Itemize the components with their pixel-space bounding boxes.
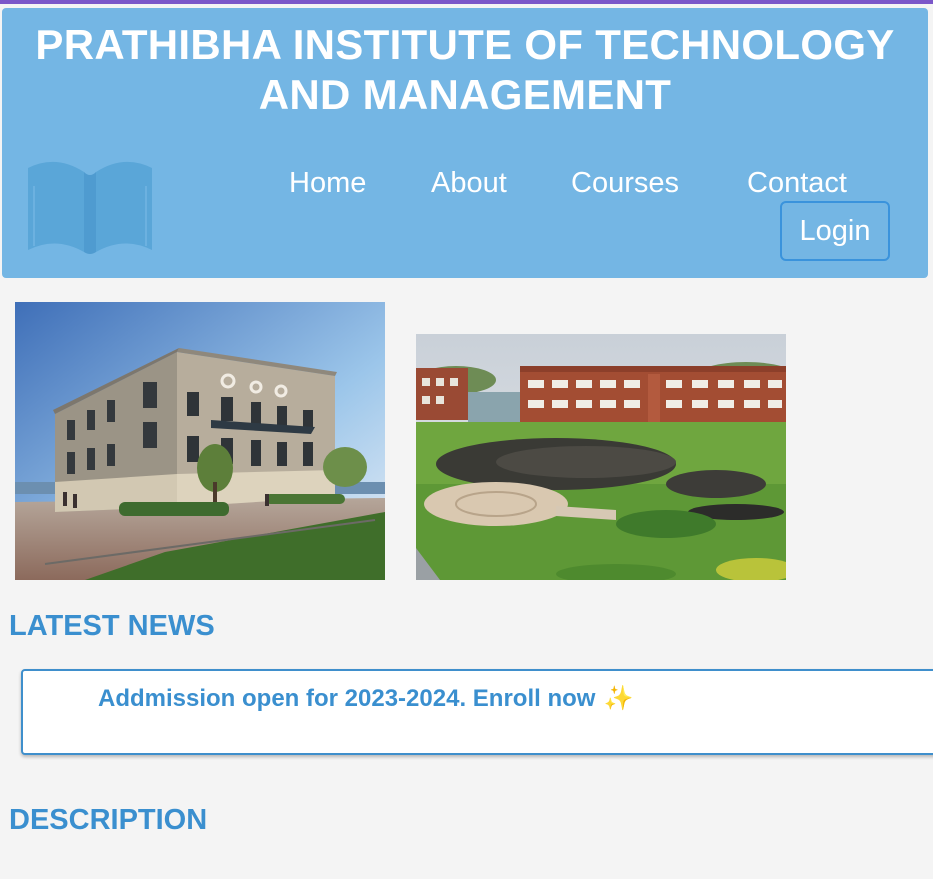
campus-quad-ceremony-photo: [416, 334, 786, 580]
campus-building-photo: [15, 302, 385, 580]
nav-about-link[interactable]: About: [431, 167, 507, 199]
news-ticker: Addmission open for 2023-2024. Enroll no…: [21, 669, 933, 755]
latest-news-heading: LATEST NEWS: [9, 610, 215, 642]
nav-courses-link[interactable]: Courses: [571, 167, 679, 199]
news-item[interactable]: Addmission open for 2023-2024. Enroll no…: [98, 685, 633, 713]
description-heading: DESCRIPTION: [9, 804, 208, 836]
login-button[interactable]: Login: [780, 201, 890, 261]
site-title: PRATHIBHA INSTITUTE OF TECHNOLOGY AND MA…: [0, 20, 930, 120]
nav-home-link[interactable]: Home: [289, 167, 366, 199]
open-book-icon: [26, 156, 154, 254]
site-title-line-2: AND MANAGEMENT: [258, 71, 672, 118]
site-title-line-1: PRATHIBHA INSTITUTE OF TECHNOLOGY: [35, 21, 895, 68]
news-item-text: Addmission open for 2023-2024. Enroll no…: [98, 685, 596, 712]
top-accent-strip: [0, 0, 933, 4]
nav-contact-link[interactable]: Contact: [747, 167, 847, 199]
sparkle-icon: ✨: [603, 685, 634, 712]
